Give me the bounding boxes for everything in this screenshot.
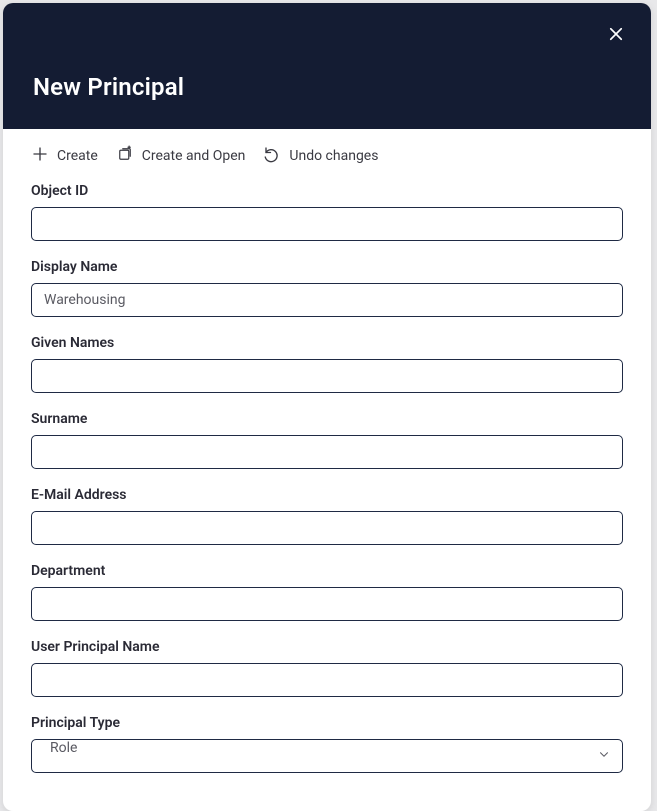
department-label: Department: [31, 563, 623, 579]
object-id-label: Object ID: [31, 183, 623, 199]
display-name-label: Display Name: [31, 259, 623, 275]
plus-icon: [31, 145, 49, 167]
given-names-input[interactable]: [31, 359, 623, 393]
field-email: E-Mail Address: [31, 487, 623, 545]
toolbar: Create Create and Open Undo changes: [3, 129, 651, 183]
undo-changes-button[interactable]: Undo changes: [263, 145, 378, 167]
field-department: Department: [31, 563, 623, 621]
given-names-label: Given Names: [31, 335, 623, 351]
principal-type-label: Principal Type: [31, 715, 623, 731]
department-input[interactable]: [31, 587, 623, 621]
form-body: Object ID Display Name Given Names Surna…: [3, 183, 651, 811]
field-object-id: Object ID: [31, 183, 623, 241]
display-name-input[interactable]: [31, 283, 623, 317]
modal-title: New Principal: [33, 73, 184, 101]
surname-label: Surname: [31, 411, 623, 427]
field-upn: User Principal Name: [31, 639, 623, 697]
field-display-name: Display Name: [31, 259, 623, 317]
create-button[interactable]: Create: [31, 145, 98, 167]
create-open-label: Create and Open: [142, 148, 246, 164]
field-principal-type: Principal Type Role: [31, 715, 623, 773]
create-and-open-button[interactable]: Create and Open: [116, 145, 246, 167]
create-open-icon: [116, 145, 134, 167]
surname-input[interactable]: [31, 435, 623, 469]
upn-input[interactable]: [31, 663, 623, 697]
close-button[interactable]: [605, 25, 627, 47]
email-input[interactable]: [31, 511, 623, 545]
undo-label: Undo changes: [289, 148, 378, 164]
field-surname: Surname: [31, 411, 623, 469]
close-icon: [607, 25, 625, 47]
principal-type-select[interactable]: Role: [31, 739, 623, 773]
modal-header: New Principal: [3, 3, 651, 129]
email-label: E-Mail Address: [31, 487, 623, 503]
new-principal-modal: New Principal Create: [3, 3, 651, 811]
upn-label: User Principal Name: [31, 639, 623, 655]
field-given-names: Given Names: [31, 335, 623, 393]
undo-icon: [263, 145, 281, 167]
object-id-input[interactable]: [31, 207, 623, 241]
create-label: Create: [57, 148, 98, 164]
principal-type-value: Role: [50, 740, 77, 756]
